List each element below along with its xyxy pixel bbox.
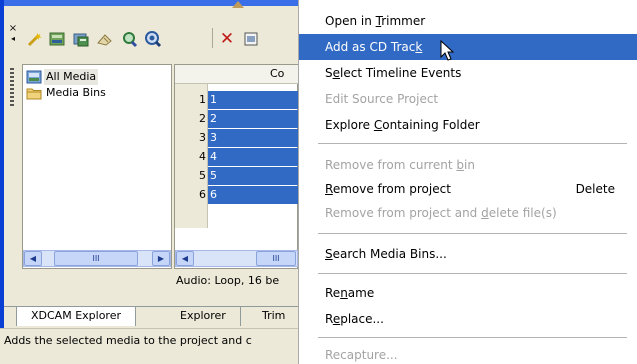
tree-item-label: Media Bins xyxy=(46,86,106,99)
scroll-left-icon[interactable]: ◀ xyxy=(176,251,194,266)
tree-item-media-bins[interactable]: Media Bins xyxy=(44,85,108,101)
column-header-label: Co xyxy=(270,67,285,80)
menu-separator xyxy=(318,233,627,234)
tab-explorer[interactable]: Explorer xyxy=(166,307,241,326)
delete-glyph: ✕ xyxy=(219,29,235,49)
tab-label: XDCAM Explorer xyxy=(31,309,121,322)
table-row[interactable]: 2 xyxy=(208,110,298,128)
table-row[interactable]: 6 xyxy=(208,186,298,204)
collapse-arrow-icon: ◂ xyxy=(10,34,15,43)
tab-label: Explorer xyxy=(180,309,226,322)
toolbar-separator xyxy=(212,28,213,48)
window-frame-left xyxy=(0,0,4,343)
scroll-left-icon[interactable]: ◀ xyxy=(24,251,42,266)
menu-item-recapture[interactable]: Recapture... xyxy=(299,342,637,364)
scroll-thumb-grip: III xyxy=(92,254,100,263)
delete-icon[interactable]: ✕ xyxy=(218,30,236,48)
close-panel-icon[interactable]: × ◂ xyxy=(6,24,20,52)
row-number: 6 xyxy=(199,188,206,201)
clear-icon[interactable] xyxy=(96,30,114,48)
tab-label: Trim xyxy=(262,309,286,322)
view-icon[interactable] xyxy=(242,30,260,48)
splitter-arrow-icon[interactable] xyxy=(232,1,244,8)
table-row[interactable]: 1 xyxy=(208,91,298,109)
tab-xdcam-explorer[interactable]: XDCAM Explorer xyxy=(16,307,136,326)
menu-item-explore-containing-folder[interactable]: Explore Containing Folder xyxy=(299,112,637,138)
row-number: 2 xyxy=(199,112,206,125)
scroll-thumb[interactable]: III xyxy=(54,251,138,266)
menu-item-open-in-trimmer[interactable]: Open in Trimmer xyxy=(299,8,637,34)
menu-item-rename[interactable]: Rename xyxy=(299,280,637,306)
menu-item-search-media-bins[interactable]: Search Media Bins... xyxy=(299,241,637,267)
zoom-icon[interactable] xyxy=(120,30,138,48)
menu-item-remove-from-current-bin[interactable]: Remove from current bin xyxy=(299,152,637,178)
tree-item-label: All Media xyxy=(46,70,97,83)
table-row[interactable]: 5 xyxy=(208,167,298,185)
menu-item-edit-source-project[interactable]: Edit Source Project xyxy=(299,86,637,112)
row-number: 5 xyxy=(199,169,206,182)
status-text: Adds the selected media to the project a… xyxy=(4,334,252,347)
menu-item-remove-from-project[interactable]: Remove from project Delete xyxy=(299,176,637,202)
menu-separator xyxy=(318,337,627,338)
search-icon[interactable] xyxy=(144,30,162,48)
tree-item-all-media[interactable]: All Media xyxy=(44,69,99,85)
scroll-thumb[interactable]: III xyxy=(256,251,296,266)
panel-grip[interactable] xyxy=(10,68,14,106)
close-glyph: × xyxy=(8,23,18,34)
row-number: 1 xyxy=(199,93,206,106)
media-properties-icon[interactable] xyxy=(72,30,90,48)
menu-shortcut: Delete xyxy=(575,182,615,196)
folder-icon xyxy=(26,86,42,100)
tab-trim[interactable]: Trim xyxy=(248,307,298,326)
mouse-cursor-icon xyxy=(440,39,456,62)
table-row[interactable]: 3 xyxy=(208,129,298,147)
menu-separator xyxy=(318,143,627,144)
menu-item-remove-and-delete-files[interactable]: Remove from project and delete file(s) xyxy=(299,200,637,226)
row-number: 3 xyxy=(199,131,206,144)
all-media-icon xyxy=(26,70,42,84)
menu-separator xyxy=(318,273,627,274)
scroll-right-icon[interactable]: ▶ xyxy=(152,251,170,266)
table-row[interactable]: 4 xyxy=(208,148,298,166)
menu-item-select-timeline-events[interactable]: Select Timeline Events xyxy=(299,60,637,86)
wand-icon[interactable] xyxy=(26,30,44,48)
row-number: 4 xyxy=(199,150,206,163)
menu-item-add-as-cd-track[interactable]: Add as CD Track xyxy=(299,34,637,60)
scroll-thumb-grip: III xyxy=(272,254,280,263)
menu-item-replace[interactable]: Replace... xyxy=(299,306,637,332)
import-media-icon[interactable] xyxy=(48,30,66,48)
media-info-text: Audio: Loop, 16 be xyxy=(176,274,280,287)
column-header-co[interactable]: Co xyxy=(270,67,284,80)
